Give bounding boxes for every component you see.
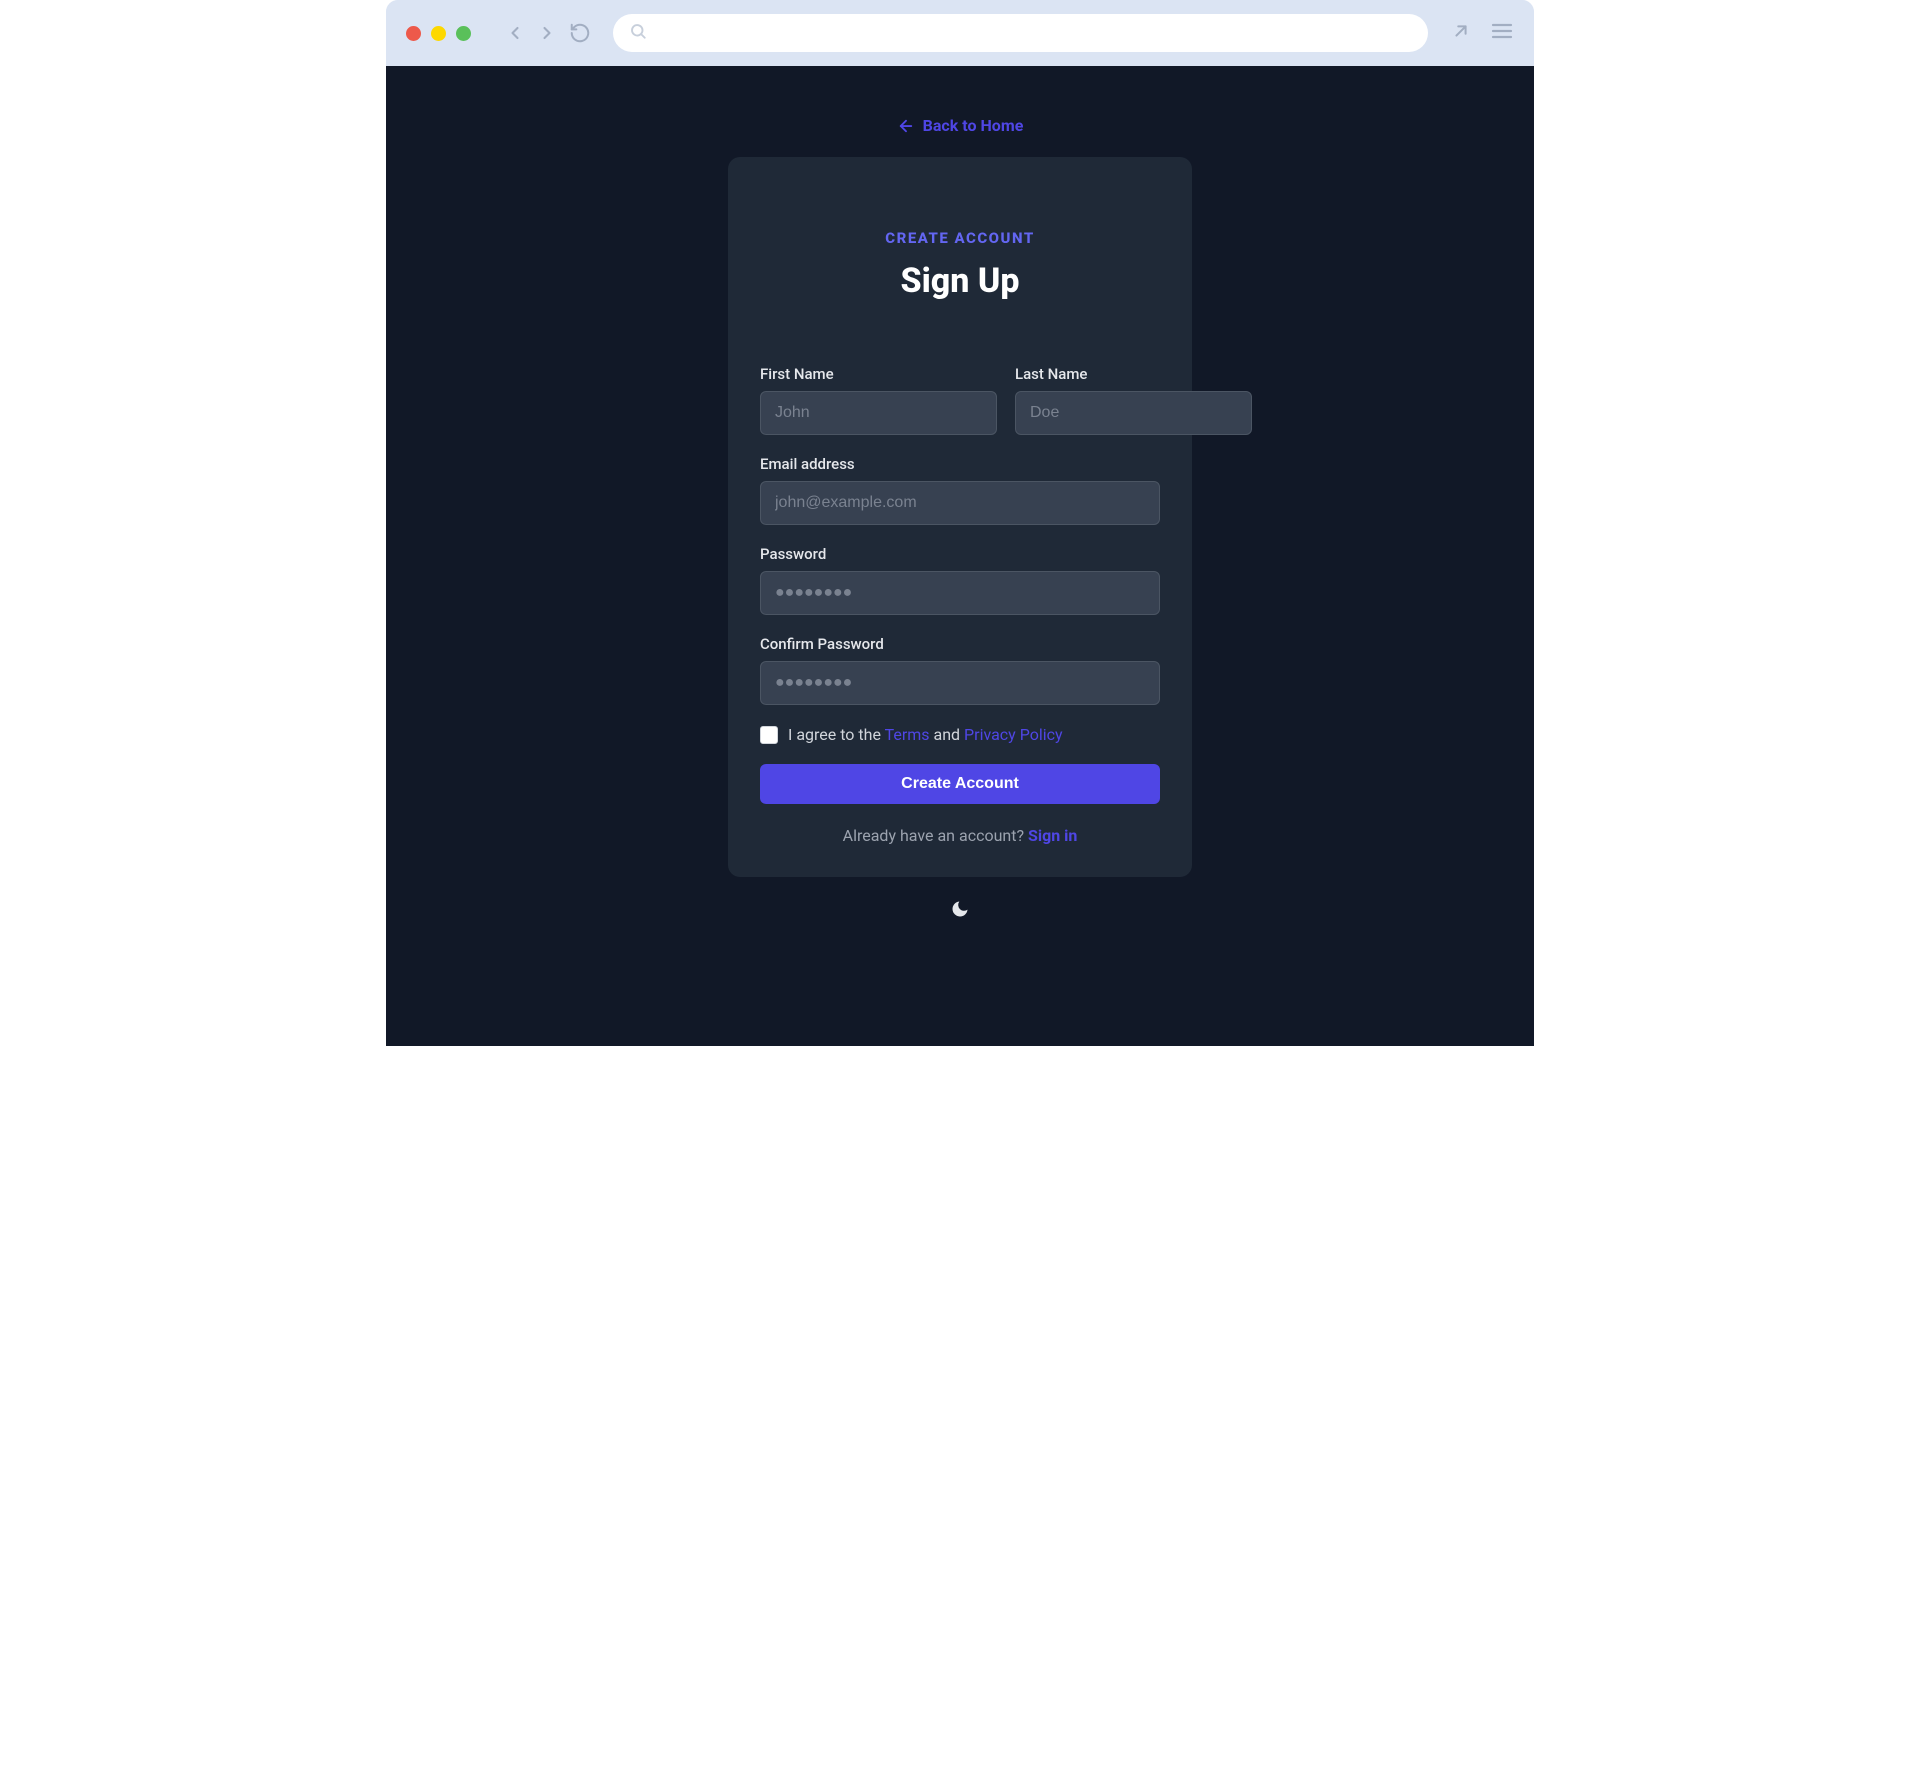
first-name-group: First Name	[760, 365, 997, 435]
browser-window: Back to Home CREATE ACCOUNT Sign Up Firs…	[386, 0, 1534, 1046]
browser-chrome	[386, 0, 1534, 66]
first-name-label: First Name	[760, 365, 997, 383]
create-account-button[interactable]: Create Account	[760, 764, 1160, 804]
agree-row: I agree to the Terms and Privacy Policy	[760, 725, 1160, 744]
agree-middle: and	[930, 725, 965, 744]
confirm-password-group: Confirm Password	[760, 635, 1160, 705]
back-to-home-link[interactable]: Back to Home	[897, 116, 1024, 135]
sign-in-link[interactable]: Sign in	[1028, 826, 1077, 845]
email-label: Email address	[760, 455, 1160, 473]
expand-icon[interactable]	[1450, 20, 1472, 46]
content-area: Back to Home CREATE ACCOUNT Sign Up Firs…	[386, 66, 1534, 1046]
forward-icon[interactable]	[537, 23, 557, 43]
nav-controls	[505, 22, 591, 44]
url-bar[interactable]	[613, 14, 1428, 52]
back-to-home-label: Back to Home	[923, 116, 1024, 135]
signup-card: CREATE ACCOUNT Sign Up First Name Last N…	[728, 157, 1192, 877]
agree-text: I agree to the Terms and Privacy Policy	[788, 725, 1063, 744]
last-name-label: Last Name	[1015, 365, 1252, 383]
email-input[interactable]	[760, 481, 1160, 525]
kicker: CREATE ACCOUNT	[760, 229, 1160, 247]
window-close-button[interactable]	[406, 26, 421, 41]
back-icon[interactable]	[505, 23, 525, 43]
email-group: Email address	[760, 455, 1160, 525]
confirm-password-input[interactable]	[760, 661, 1160, 705]
right-controls	[1450, 19, 1514, 47]
password-input[interactable]	[760, 571, 1160, 615]
privacy-link[interactable]: Privacy Policy	[964, 725, 1063, 744]
footer-text: Already have an account? Sign in	[760, 826, 1160, 845]
terms-link[interactable]: Terms	[885, 725, 930, 744]
search-icon	[629, 22, 647, 44]
theme-toggle[interactable]	[950, 899, 970, 919]
confirm-password-label: Confirm Password	[760, 635, 1160, 653]
moon-icon	[950, 899, 970, 919]
first-name-input[interactable]	[760, 391, 997, 435]
name-row: First Name Last Name	[760, 365, 1160, 435]
password-group: Password	[760, 545, 1160, 615]
menu-icon[interactable]	[1490, 19, 1514, 47]
last-name-input[interactable]	[1015, 391, 1252, 435]
page-title: Sign Up	[760, 261, 1160, 301]
agree-checkbox[interactable]	[760, 726, 778, 744]
arrow-left-icon	[897, 117, 915, 135]
agree-prefix: I agree to the	[788, 725, 885, 744]
footer-prompt: Already have an account?	[843, 826, 1028, 845]
traffic-lights	[406, 26, 471, 41]
reload-icon[interactable]	[569, 22, 591, 44]
password-label: Password	[760, 545, 1160, 563]
last-name-group: Last Name	[1015, 365, 1252, 435]
window-maximize-button[interactable]	[456, 26, 471, 41]
window-minimize-button[interactable]	[431, 26, 446, 41]
